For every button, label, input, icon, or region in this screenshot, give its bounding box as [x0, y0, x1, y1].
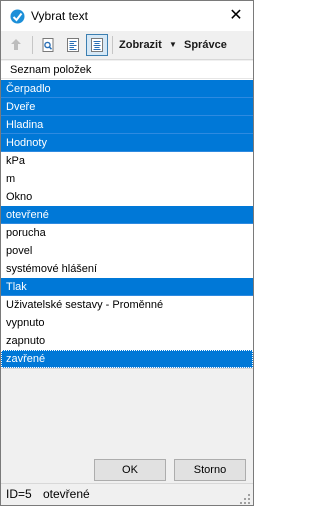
find-icon[interactable] [37, 34, 59, 56]
view-menu-button[interactable]: Zobrazit [119, 38, 162, 52]
list-item[interactable]: Okno [1, 188, 253, 206]
list-item[interactable]: m [1, 170, 253, 188]
title-bar: Vybrat text ✕ [1, 1, 253, 31]
status-id: ID=5 [6, 487, 32, 501]
list-item[interactable]: Dveře [1, 98, 253, 116]
list-item[interactable]: Hodnoty [1, 134, 253, 152]
item-list[interactable]: Seznam položek Čerpadlo Dveře Hladina Hodno… [1, 61, 253, 368]
resize-grip-icon[interactable] [239, 491, 251, 504]
align-center-icon[interactable] [86, 34, 108, 56]
app-icon [10, 9, 25, 24]
list-item[interactable]: systémové hlášení [1, 260, 253, 278]
manager-button[interactable]: Správce [184, 38, 227, 52]
status-value: otevřené [43, 487, 90, 501]
list-item[interactable]: kPa [1, 152, 253, 170]
list-item[interactable]: Hladina [1, 116, 253, 134]
list-item[interactable]: otevřené [1, 206, 253, 224]
toolbar-separator [32, 36, 33, 54]
close-button[interactable]: ✕ [219, 1, 253, 31]
list-item[interactable]: zavřené [1, 350, 253, 368]
button-panel: OK Storno [1, 368, 253, 483]
list-column-header[interactable]: Seznam položek [1, 61, 253, 79]
toolbar-separator [112, 36, 113, 54]
toolbar: Zobrazit ▼ Správce [1, 31, 253, 60]
list-item[interactable]: Uživatelské sestavy - Proměnné [1, 296, 253, 314]
cancel-button[interactable]: Storno [174, 459, 246, 481]
align-left-icon[interactable] [62, 34, 84, 56]
window-title: Vybrat text [31, 9, 88, 23]
list-item[interactable]: povel [1, 242, 253, 260]
ok-button[interactable]: OK [94, 459, 166, 481]
list-item[interactable]: porucha [1, 224, 253, 242]
list-item[interactable]: Čerpadlo [1, 80, 253, 98]
select-text-window: Vybrat text ✕ Zobrazit ▼ Správce Seznam … [0, 0, 254, 506]
list-item[interactable]: vypnuto [1, 314, 253, 332]
chevron-down-icon[interactable]: ▼ [169, 38, 177, 52]
list-item[interactable]: Tlak [1, 278, 253, 296]
up-arrow-icon[interactable] [5, 34, 27, 56]
list-item[interactable]: zapnuto [1, 332, 253, 350]
list-rows: Čerpadlo Dveře Hladina Hodnoty kPa m Okno otevř… [1, 80, 253, 368]
status-bar: ID=5 otevřené [1, 483, 253, 505]
